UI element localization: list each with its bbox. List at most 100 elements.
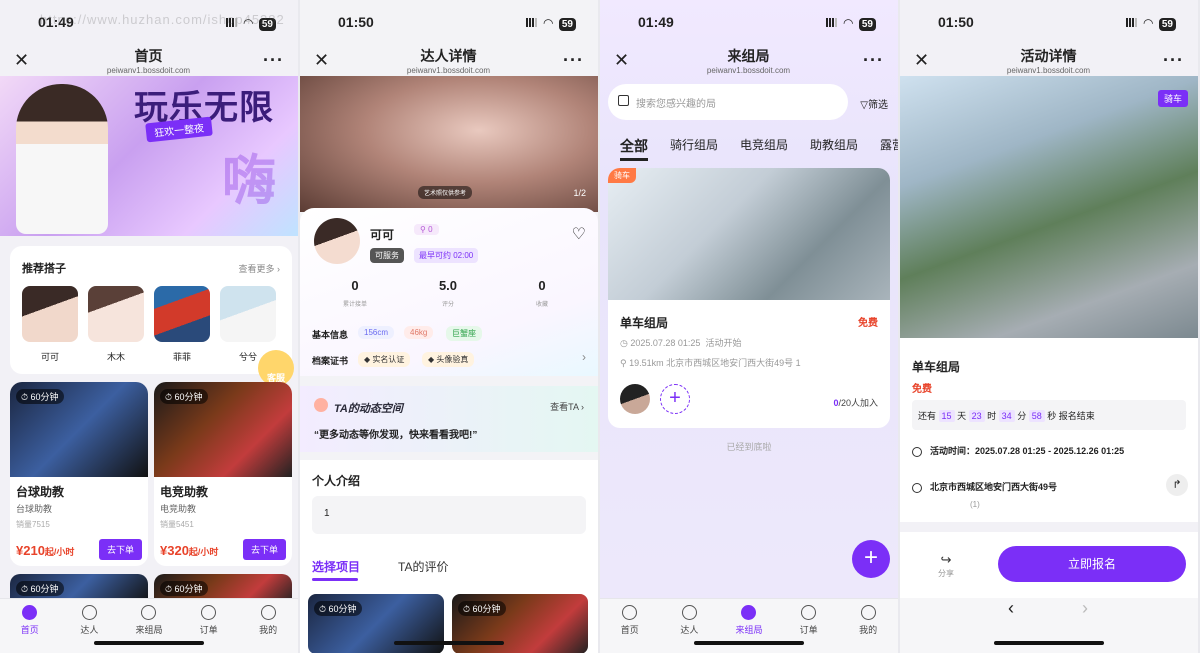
event-tag: 骑车	[1157, 90, 1188, 107]
stat-rating: 5.0 评分	[418, 278, 478, 311]
service-title: 台球助教	[16, 485, 65, 499]
tab-orders[interactable]: 订单	[784, 605, 834, 653]
earliest-badge: 最早可约 02:00	[414, 248, 479, 263]
order-button[interactable]: 去下单	[98, 539, 142, 560]
location-pin-icon: ⚲	[620, 358, 627, 368]
back-icon[interactable]: ‹	[1008, 598, 1014, 619]
nav-bar: ✕ 来组局 peiwanv1.bossdoit.com ···	[600, 44, 898, 76]
more-icon[interactable]: ···	[1163, 50, 1184, 71]
chevron-right-icon: ›	[581, 402, 584, 412]
price-value: ¥210	[16, 543, 45, 558]
more-icon[interactable]: ···	[563, 50, 584, 71]
tab-mine[interactable]: 我的	[843, 605, 893, 653]
duration-text: 60分钟	[174, 392, 203, 402]
duration-badge: ⏱ 60分钟	[16, 389, 64, 404]
dynamic-space-card[interactable]: TA的动态空间 查看TA › “更多动态等你发现，快来看看我吧!”	[300, 386, 598, 452]
tab-group[interactable]: 来组局	[124, 605, 174, 653]
tab-cycling[interactable]: 骑行组局	[670, 136, 718, 161]
add-participant-button[interactable]: +	[660, 384, 690, 414]
order-button[interactable]: 去下单	[242, 539, 286, 560]
category-tabs: 全部 骑行组局 电竞组局 助教组局 露营组局	[620, 136, 898, 161]
event-tag: 骑车	[608, 168, 636, 183]
stat-value: 5.0	[438, 278, 458, 293]
more-icon[interactable]: ···	[263, 50, 284, 71]
service-card[interactable]: ⏱ 60分钟 台球助教 台球助教 销量7515 ¥210起/小时 去下单	[10, 382, 148, 566]
nav-bar: ✕ 首页 peiwanv1.bossdoit.com ···	[0, 44, 298, 76]
heart-icon[interactable]: ♡	[572, 224, 586, 244]
dynamic-more-link[interactable]: 查看TA ›	[550, 400, 584, 413]
talent-name: 可可	[370, 228, 395, 242]
service-card[interactable]: ⏱ 60分钟 电竞助教 电竞助教 销量5451 ¥320起/小时 去下单	[154, 382, 292, 566]
customer-service-button[interactable]: 客服	[258, 350, 294, 386]
close-icon[interactable]: ✕	[314, 50, 334, 71]
page-title: 来组局	[727, 47, 770, 64]
close-icon[interactable]: ✕	[614, 50, 634, 71]
share-button[interactable]: ↪ 分享	[938, 552, 954, 579]
cert-tag: ◆ 头像验真	[422, 352, 475, 367]
status-time: 01:49	[638, 14, 674, 30]
chevron-right-icon[interactable]: ›	[582, 350, 586, 364]
tab-home[interactable]: 首页	[5, 605, 55, 653]
tab-indicator	[312, 578, 358, 581]
tab-orders[interactable]: 订单	[184, 605, 234, 653]
info-tag: 156cm	[358, 326, 395, 339]
tab-all[interactable]: 全部	[620, 136, 648, 161]
search-input[interactable]: 搜索您感兴趣的局	[608, 84, 848, 120]
status-bar: 01:49 ◠ 59	[600, 0, 898, 44]
countdown-unit: 天	[957, 411, 967, 421]
event-fee: 免费	[912, 384, 932, 395]
intro-title: 个人介绍	[312, 474, 361, 488]
tab-talent[interactable]: 达人	[64, 605, 114, 653]
service-image: ⏱ 60分钟	[10, 382, 148, 477]
navigate-icon[interactable]: ↱	[1166, 474, 1188, 496]
tab-coach[interactable]: 助教组局	[810, 136, 858, 161]
create-group-button[interactable]: +	[852, 540, 890, 578]
event-image: 骑车	[608, 168, 890, 300]
event-detail-card: 单车组局 免费 还有 15 天 23 时 34 分 58 秒 报名结束 活动时间…	[900, 338, 1198, 522]
banner-model-image	[16, 84, 108, 234]
stat-label: 收藏	[535, 302, 548, 308]
home-banner[interactable]: 玩乐无限 狂欢一整夜 嗨	[0, 76, 298, 236]
event-fee: 免费	[858, 318, 878, 329]
countdown-minutes: 34	[998, 410, 1015, 422]
recommend-more-link[interactable]: 查看更多 ›	[238, 262, 280, 275]
page-title: 达人详情	[420, 47, 477, 64]
tab-home[interactable]: 首页	[605, 605, 655, 653]
home-indicator	[694, 641, 804, 645]
tab-reviews[interactable]: TA的评价	[398, 558, 448, 575]
recommend-item[interactable]: 可可	[22, 286, 78, 363]
close-icon[interactable]: ✕	[14, 50, 34, 71]
duration-text: 60分钟	[30, 584, 59, 594]
recommend-item[interactable]: 菲菲	[154, 286, 210, 363]
more-icon[interactable]: ···	[863, 50, 884, 71]
tab-select-project[interactable]: 选择项目	[312, 558, 360, 575]
tab-mine[interactable]: 我的	[243, 605, 293, 653]
duration-text: 60分钟	[30, 392, 59, 402]
home-indicator	[394, 641, 504, 645]
close-icon[interactable]: ✕	[914, 50, 934, 71]
tab-label: 来组局	[735, 625, 763, 635]
tab-talent[interactable]: 达人	[664, 605, 714, 653]
service-sales: 销量7515	[16, 520, 50, 529]
signup-button[interactable]: 立即报名	[998, 546, 1186, 582]
share-label: 分享	[938, 569, 954, 578]
event-address-row: 北京市西城区地安门西大街49号	[912, 480, 1057, 493]
event-card[interactable]: 骑车 单车组局 免费 ◷ 2025.07.28 01:25 活动开始 ⚲ 19.…	[608, 168, 890, 428]
host-url: peiwanv1.bossdoit.com	[106, 65, 191, 75]
status-bar: 01:50 ◠ 59	[300, 0, 598, 44]
service-price: ¥210起/小时	[16, 543, 74, 558]
tab-group[interactable]: 来组局	[724, 605, 774, 653]
wifi-icon: ◠	[843, 15, 853, 30]
status-badge: 可服务	[370, 248, 404, 263]
forward-icon[interactable]: ›	[1082, 598, 1088, 619]
filter-button[interactable]: ▽筛选	[860, 96, 888, 111]
clock-icon	[912, 446, 922, 457]
tab-camping[interactable]: 露营组局	[880, 136, 898, 161]
battery-icon: 59	[858, 17, 876, 31]
status-icons: ◠ 59	[1125, 14, 1176, 31]
recommend-name: 兮兮	[238, 352, 257, 362]
home-indicator	[94, 641, 204, 645]
tab-esports[interactable]: 电竞组局	[740, 136, 788, 161]
profile-icon	[860, 605, 876, 620]
recommend-item[interactable]: 木木	[88, 286, 144, 363]
